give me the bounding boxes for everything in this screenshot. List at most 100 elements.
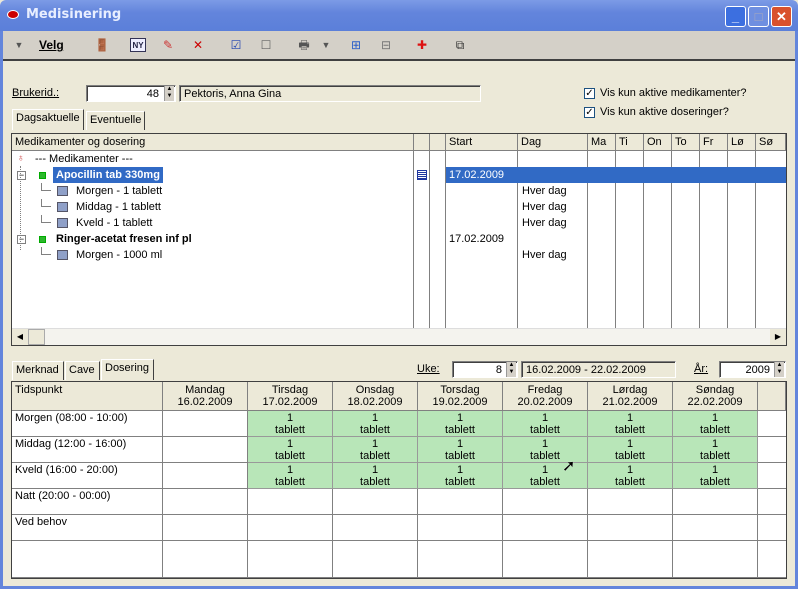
print-icon[interactable]: 🖶 [296, 38, 312, 52]
column-header-9[interactable]: Fr [700, 134, 728, 151]
user-id-input[interactable]: 48 [86, 85, 176, 102]
maximize-button[interactable]: □ [748, 6, 769, 27]
dose-cell[interactable]: 1 tablett [333, 437, 418, 463]
tree-item[interactable]: Morgen - 1000 ml [73, 247, 165, 263]
column-header-6[interactable]: Ti [616, 134, 644, 151]
dose-cell[interactable] [503, 489, 588, 515]
dose-cell[interactable] [418, 515, 503, 541]
active-doses-checkbox[interactable]: ✓ [584, 107, 595, 118]
user-id-spinner[interactable]: ▲ ▼ [164, 86, 174, 101]
menu-dropdown-icon[interactable]: ▼ [11, 38, 27, 52]
collapse-tree-icon[interactable]: ⊟ [378, 38, 394, 52]
day-header[interactable]: Torsdag 19.02.2009 [418, 382, 503, 411]
dose-cell[interactable] [588, 489, 673, 515]
dose-cell[interactable]: 1 tablett [418, 411, 503, 437]
dose-cell[interactable]: 1 tablett [418, 437, 503, 463]
column-header-1[interactable] [414, 134, 430, 151]
day-header[interactable]: Søndag 22.02.2009 [673, 382, 758, 411]
dose-cell[interactable]: 1 tablett [248, 463, 333, 489]
column-header-7[interactable]: On [644, 134, 672, 151]
dose-cell[interactable] [588, 541, 673, 578]
tree-item[interactable]: Ringer-acetat fresen inf pl [53, 231, 195, 247]
dose-cell[interactable] [673, 515, 758, 541]
dose-cell[interactable] [163, 515, 248, 541]
dose-cell[interactable] [333, 515, 418, 541]
dose-cell[interactable] [163, 411, 248, 437]
horizontal-scrollbar[interactable] [12, 328, 786, 345]
edit-icon[interactable]: ✎ [160, 38, 176, 52]
check-all-icon[interactable]: ☑ [228, 38, 244, 52]
column-header-5[interactable]: Ma [588, 134, 616, 151]
velg-menu[interactable]: Velg [39, 38, 64, 52]
tree-item[interactable]: Apocillin tab 330mg [53, 167, 163, 183]
collapse-toggle[interactable]: − [17, 171, 26, 180]
column-header-8[interactable]: To [672, 134, 700, 151]
dose-cell[interactable] [163, 463, 248, 489]
delete-icon[interactable]: ✕ [190, 38, 206, 52]
tree-item[interactable]: Morgen - 1 tablett [73, 183, 165, 199]
dose-cell[interactable] [503, 515, 588, 541]
close-button[interactable]: ✕ [771, 6, 792, 27]
column-header-0[interactable]: Medikamenter og dosering [12, 134, 414, 151]
active-meds-checkbox[interactable]: ✓ [584, 88, 595, 99]
dose-cell[interactable] [588, 515, 673, 541]
tab-dagsaktuelle[interactable]: Dagsaktuelle [12, 109, 84, 130]
print-dropdown-icon[interactable]: ▼ [318, 38, 334, 52]
dose-cell[interactable] [248, 489, 333, 515]
dose-cell[interactable] [248, 541, 333, 578]
dose-cell[interactable] [503, 541, 588, 578]
dose-cell[interactable]: 1 tablett [333, 463, 418, 489]
copy-icon[interactable]: ⧉ [452, 38, 468, 52]
dose-cell[interactable] [333, 541, 418, 578]
dose-cell[interactable] [163, 541, 248, 578]
minimize-button[interactable]: _ [725, 6, 746, 27]
column-header-4[interactable]: Dag [518, 134, 588, 151]
dose-cell[interactable]: 1 tablett [248, 411, 333, 437]
scrollbar-thumb[interactable] [28, 329, 45, 345]
medical-folder-icon[interactable]: ✚ [414, 38, 430, 52]
scroll-right-button[interactable]: ▶ [770, 329, 786, 345]
dose-cell[interactable] [418, 541, 503, 578]
dose-cell[interactable]: 1 tablett [503, 411, 588, 437]
column-header-2[interactable] [430, 134, 446, 151]
uncheck-all-icon[interactable]: ☐ [258, 38, 274, 52]
tree-item[interactable]: Kveld - 1 tablett [73, 215, 155, 231]
dose-cell[interactable]: 1 tablett [673, 463, 758, 489]
tab-eventuelle[interactable]: Eventuelle [86, 111, 145, 130]
day-header[interactable]: Tirsdag 17.02.2009 [248, 382, 333, 411]
dose-cell[interactable] [248, 515, 333, 541]
dose-cell[interactable] [418, 489, 503, 515]
day-header[interactable]: Onsdag 18.02.2009 [333, 382, 418, 411]
dose-cell[interactable]: 1 tablett [673, 437, 758, 463]
week-spinner[interactable]: ▲ ▼ [506, 362, 516, 377]
dose-cell[interactable] [673, 489, 758, 515]
exit-icon[interactable]: 🚪 [94, 38, 110, 52]
dose-cell[interactable]: 1 tablett [588, 411, 673, 437]
collapse-toggle[interactable]: − [17, 235, 26, 244]
year-spinner[interactable]: ▲ ▼ [774, 362, 784, 377]
tab-merknad[interactable]: Merknad [12, 361, 64, 380]
tab-cave[interactable]: Cave [65, 361, 100, 380]
expand-tree-icon[interactable]: ⊞ [348, 38, 364, 52]
dose-cell[interactable]: 1 tablett [333, 411, 418, 437]
dose-cell[interactable] [333, 489, 418, 515]
column-header-10[interactable]: Lø [728, 134, 756, 151]
column-header-11[interactable]: Sø [756, 134, 786, 151]
column-header-3[interactable]: Start [446, 134, 518, 151]
dose-cell[interactable]: 1 tablett [588, 463, 673, 489]
day-header[interactable]: Mandag 16.02.2009 [163, 382, 248, 411]
dose-cell[interactable] [673, 541, 758, 578]
dose-cell[interactable]: 1 tablett [418, 463, 503, 489]
dose-cell[interactable] [163, 489, 248, 515]
tree-item[interactable]: --- Medikamenter --- [32, 151, 136, 167]
dose-cell[interactable]: 1 tablett [588, 437, 673, 463]
scroll-left-button[interactable]: ◀ [12, 329, 28, 345]
tree-item[interactable]: Middag - 1 tablett [73, 199, 164, 215]
new-icon[interactable]: NY [130, 38, 146, 52]
note-icon[interactable] [417, 170, 427, 180]
tab-dosering[interactable]: Dosering [101, 359, 154, 380]
day-header[interactable]: Lørdag 21.02.2009 [588, 382, 673, 411]
dose-cell[interactable]: 1 tablett [673, 411, 758, 437]
dose-cell[interactable]: 1 tablett [248, 437, 333, 463]
day-header[interactable]: Fredag 20.02.2009 [503, 382, 588, 411]
